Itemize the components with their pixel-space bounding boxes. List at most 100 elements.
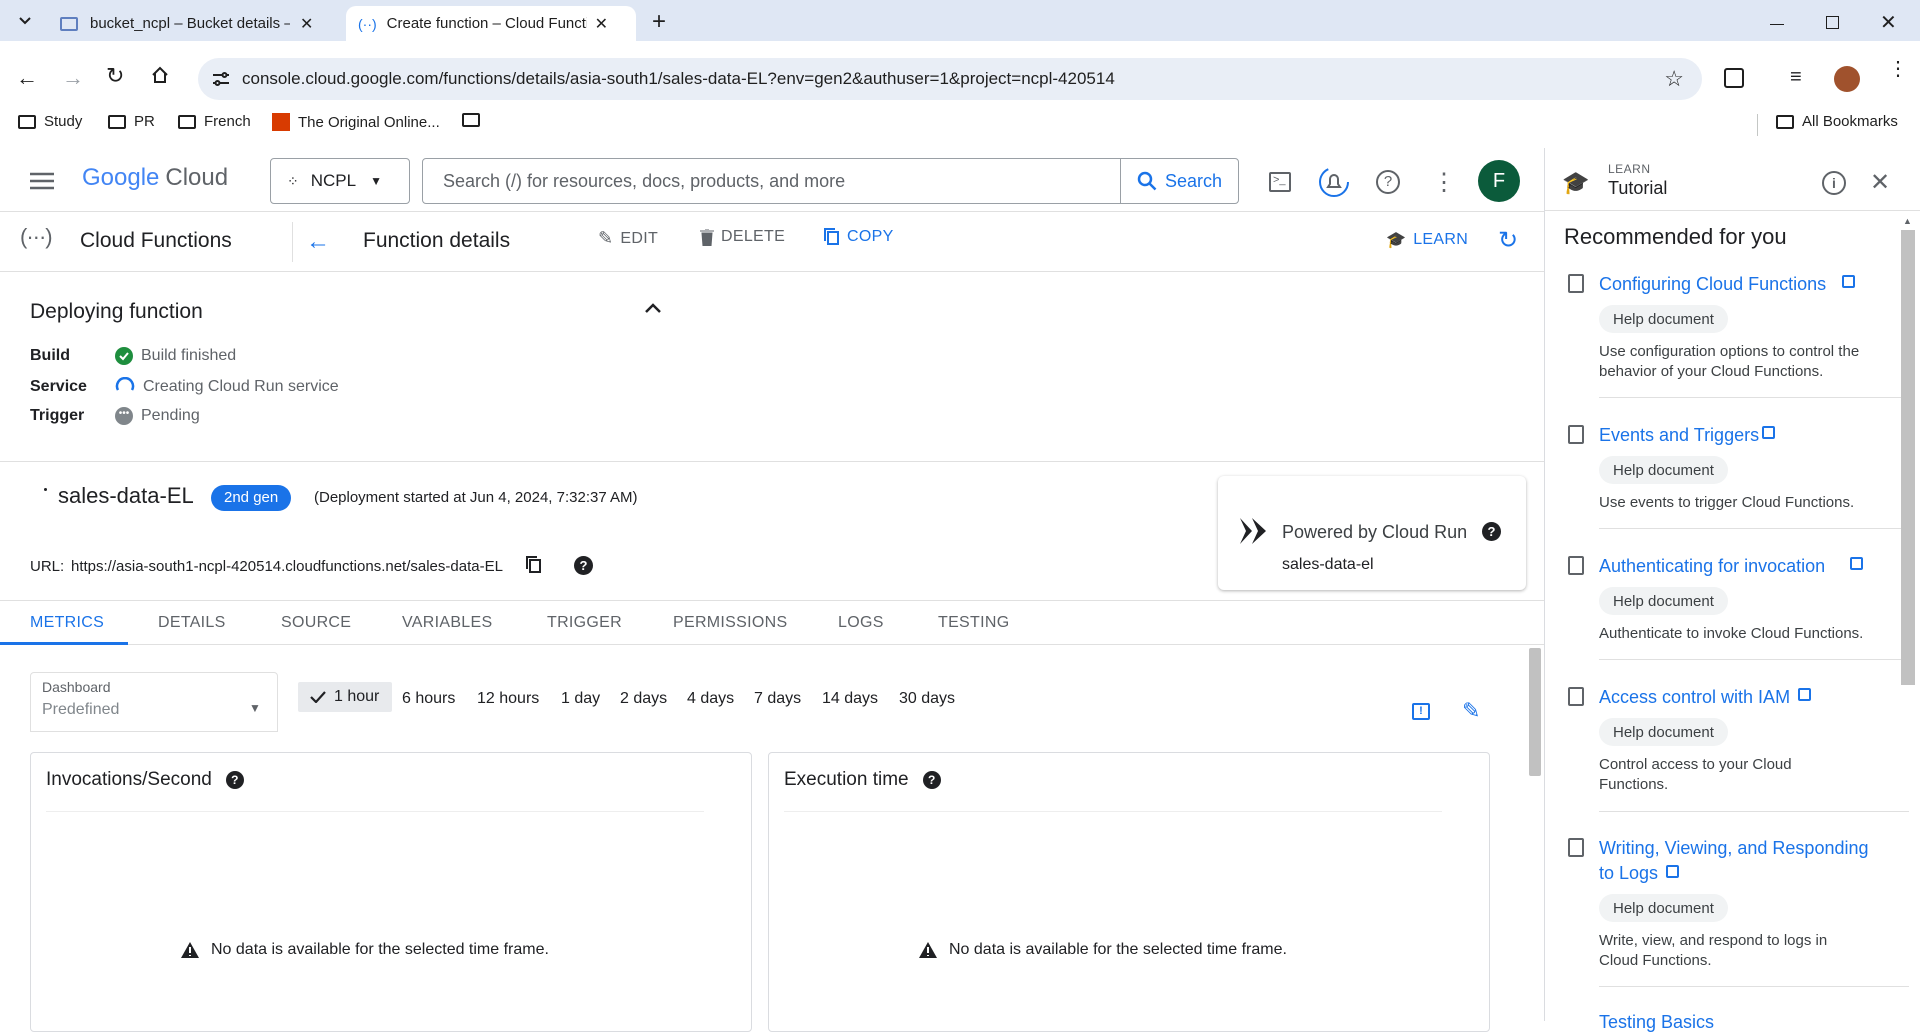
project-picker[interactable]: ⁘ NCPL ▼: [270, 158, 410, 204]
learn-button[interactable]: 🎓 LEARN: [1386, 230, 1468, 250]
more-vert-icon[interactable]: ⋮: [1424, 162, 1464, 202]
tutorial-item-title[interactable]: Access control with IAM: [1599, 685, 1790, 710]
close-panel-icon[interactable]: ✕: [1870, 168, 1890, 197]
panel-scrollbar[interactable]: [1901, 230, 1915, 685]
tutorial-item-title[interactable]: Events and Triggers: [1599, 423, 1759, 448]
refresh-icon[interactable]: ↻: [1498, 226, 1518, 255]
close-icon[interactable]: ✕: [595, 14, 608, 34]
help-icon[interactable]: ?: [1368, 162, 1408, 202]
edit-dashboard-icon[interactable]: ✎: [1462, 698, 1480, 724]
site-info-icon[interactable]: [212, 71, 230, 87]
main-scrollbar[interactable]: [1529, 648, 1541, 776]
notifications-icon[interactable]: [1314, 162, 1354, 202]
chart-title: Execution time: [784, 769, 909, 790]
tab-logs[interactable]: LOGS: [838, 614, 884, 632]
new-tab-button[interactable]: +: [652, 8, 666, 36]
close-icon[interactable]: ✕: [300, 14, 313, 34]
browser-tab-cloud-functions[interactable]: (··) Create function – Cloud Functio ✕: [346, 6, 636, 41]
extensions-icon[interactable]: [1724, 68, 1744, 88]
forward-icon[interactable]: →: [62, 65, 84, 91]
feedback-icon[interactable]: !: [1412, 703, 1430, 720]
tab-variables[interactable]: VARIABLES: [402, 614, 492, 632]
tab-permissions[interactable]: PERMISSIONS: [673, 614, 787, 632]
time-range-4-days[interactable]: 4 days: [687, 686, 734, 712]
search-input[interactable]: Search (/) for resources, docs, products…: [443, 171, 1120, 192]
profile-avatar[interactable]: [1834, 66, 1860, 92]
external-link-icon: [1850, 557, 1863, 570]
copy-url-icon[interactable]: [526, 556, 542, 574]
cloud-shell-icon[interactable]: >_: [1260, 162, 1300, 202]
help-icon[interactable]: ?: [225, 771, 244, 789]
external-link-icon: [1842, 275, 1855, 288]
execution-time-chart-card: Execution time ? No data is available fo…: [768, 752, 1490, 1032]
check-circle-icon: [115, 347, 133, 365]
time-range-7-days[interactable]: 7 days: [754, 686, 801, 712]
browser-tab-bucket[interactable]: bucket_ncpl – Bucket details – C ✕: [52, 6, 342, 41]
search-button[interactable]: Search: [1120, 159, 1238, 203]
hamburger-menu-icon[interactable]: [30, 172, 54, 190]
folder-icon: [178, 114, 196, 129]
bookmarks-divider: [1757, 114, 1758, 136]
star-icon[interactable]: ☆: [1664, 66, 1684, 92]
doc-type-badge: Help document: [1599, 718, 1728, 746]
bookmark-original-online[interactable]: The Original Online...: [272, 113, 440, 131]
invocations-chart-card: Invocations/Second ? No data is availabl…: [30, 752, 752, 1032]
address-bar[interactable]: console.cloud.google.com/functions/detai…: [198, 58, 1702, 100]
tab-source[interactable]: SOURCE: [281, 614, 351, 632]
logo-google: Google: [82, 164, 160, 191]
item-divider: [1599, 397, 1909, 398]
tab-metrics[interactable]: METRICS: [30, 614, 104, 632]
copy-button[interactable]: COPY: [824, 228, 894, 246]
google-cloud-logo[interactable]: Google Cloud: [82, 164, 228, 192]
minimize-icon[interactable]: [1770, 24, 1784, 25]
search-bar[interactable]: Search (/) for resources, docs, products…: [422, 158, 1239, 204]
restore-icon[interactable]: [1826, 16, 1839, 29]
folder-icon: [1776, 114, 1794, 129]
back-icon[interactable]: ←: [16, 65, 38, 91]
all-bookmarks[interactable]: All Bookmarks: [1776, 113, 1898, 130]
tab-testing[interactable]: TESTING: [938, 614, 1009, 632]
delete-button[interactable]: DELETE: [700, 228, 785, 246]
url-help-icon[interactable]: ?: [574, 556, 593, 575]
bookmark-label: The Original Online...: [298, 113, 440, 131]
browser-menu-icon[interactable]: ⋮: [1888, 59, 1908, 79]
reload-icon[interactable]: ↻: [106, 63, 124, 89]
tab-search-icon[interactable]: [14, 10, 36, 32]
time-range-1-hour[interactable]: 1 hour: [298, 682, 392, 712]
tab-details[interactable]: DETAILS: [158, 614, 226, 632]
pending-icon: •••: [115, 407, 133, 425]
bookmark-study[interactable]: Study: [18, 113, 82, 130]
tutorial-item-title[interactable]: Configuring Cloud Functions: [1599, 272, 1826, 297]
account-avatar[interactable]: F: [1478, 160, 1520, 202]
cloud-run-service-link[interactable]: sales-data-el: [1282, 556, 1374, 574]
time-range-6-hours[interactable]: 6 hours: [402, 686, 455, 712]
help-icon[interactable]: ?: [922, 771, 941, 789]
time-range-30-days[interactable]: 30 days: [899, 686, 955, 712]
time-range-12-hours[interactable]: 12 hours: [477, 686, 539, 712]
storage-icon: [60, 16, 78, 31]
tutorial-item-title[interactable]: Testing Basics: [1599, 1010, 1714, 1035]
window-close-icon[interactable]: ✕: [1880, 10, 1897, 35]
bookmark-label: Study: [44, 113, 83, 130]
time-range-14-days[interactable]: 14 days: [822, 686, 878, 712]
time-range-2-days[interactable]: 2 days: [620, 686, 667, 712]
tutorial-item-title[interactable]: Authenticating for invocation: [1599, 554, 1825, 579]
collapse-icon[interactable]: [644, 302, 662, 314]
project-name: NCPL: [310, 171, 357, 190]
bookmark-folder[interactable]: [462, 113, 480, 127]
tab-trigger[interactable]: TRIGGER: [547, 614, 622, 632]
tutorial-item-title-line2[interactable]: to Logs: [1599, 861, 1658, 886]
edit-button[interactable]: ✎ EDIT: [598, 228, 658, 249]
dashboard-select[interactable]: Dashboard Predefined ▼: [30, 672, 278, 732]
home-icon[interactable]: [150, 65, 170, 85]
media-icon[interactable]: ≡: [1790, 66, 1802, 89]
scroll-up-arrow-icon[interactable]: ▲: [1903, 216, 1912, 226]
cloud-run-help-icon[interactable]: ?: [1482, 522, 1501, 541]
function-url[interactable]: https://asia-south1-ncpl-420514.cloudfun…: [71, 558, 503, 575]
back-arrow-icon[interactable]: ←: [306, 228, 330, 256]
bookmark-pr[interactable]: PR: [108, 113, 155, 130]
tutorial-item-title[interactable]: Writing, Viewing, and Responding: [1599, 836, 1869, 861]
bookmark-french[interactable]: French: [178, 113, 251, 130]
info-icon[interactable]: i: [1822, 171, 1846, 195]
time-range-1-day[interactable]: 1 day: [561, 686, 600, 712]
